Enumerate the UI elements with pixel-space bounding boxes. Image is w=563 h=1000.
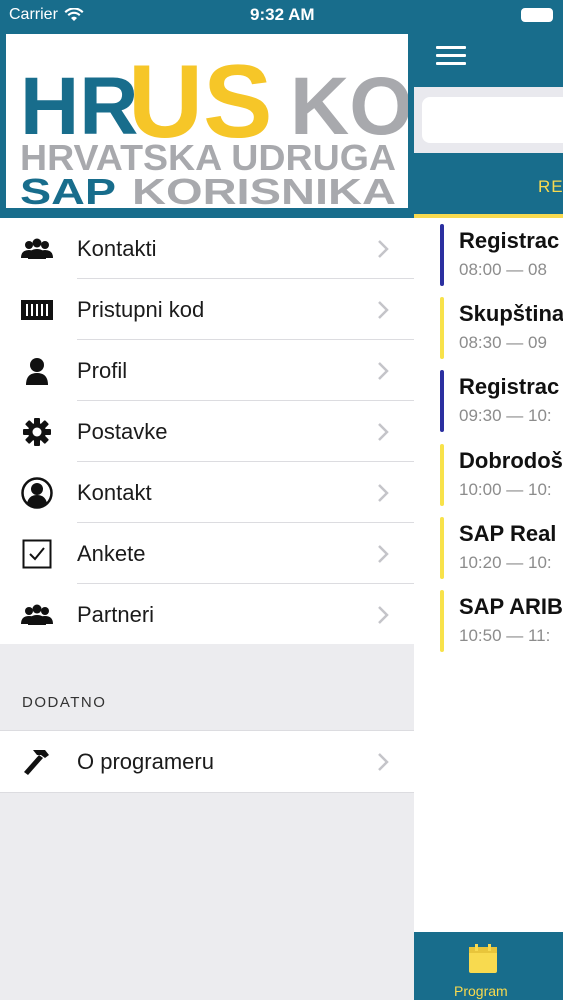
menu-item-label: Kontakti <box>77 235 157 261</box>
menu-item-profil[interactable]: Profil <box>0 340 414 401</box>
person-icon <box>20 355 54 387</box>
menu-item-label: Kontakt <box>77 479 152 505</box>
chevron-right-icon <box>378 423 389 441</box>
menu-item-label: O programeru <box>77 748 214 774</box>
event-color-bar <box>440 297 444 359</box>
logo-sap: SAP <box>20 171 116 208</box>
event-time: 10:00 — 10: <box>459 480 552 499</box>
chevron-right-icon <box>378 545 389 563</box>
main-screen[interactable]: RE Registrac 08:00 — 08 Skupština 08:30 … <box>414 0 563 1000</box>
menu-item-label: Ankete <box>77 540 146 566</box>
schedule-item[interactable]: SAP Real 10:20 — 10: <box>440 517 563 579</box>
tab-registration[interactable]: RE <box>538 177 563 197</box>
people-icon <box>20 599 54 631</box>
schedule-item[interactable]: Skupština 08:30 — 09 <box>440 297 563 359</box>
menu-item-label: Pristupni kod <box>77 296 205 322</box>
chevron-right-icon <box>378 484 389 502</box>
event-title: SAP ARIB <box>459 594 563 619</box>
menu-item-ankete[interactable]: Ankete <box>0 523 414 584</box>
event-time: 08:00 — 08 <box>459 260 547 279</box>
gear-icon <box>20 416 54 448</box>
schedule-item[interactable]: Registrac 08:00 — 08 <box>440 224 563 286</box>
navigation-bar <box>414 32 563 87</box>
menu-item-label: Postavke <box>77 418 168 444</box>
menu-toggle-button[interactable] <box>436 46 466 68</box>
section-header: DODATNO <box>0 644 414 730</box>
menu-item-kontakt[interactable]: Kontakt <box>0 462 414 523</box>
schedule-item[interactable]: SAP ARIB 10:50 — 11: <box>440 590 563 652</box>
chevron-right-icon <box>378 362 389 380</box>
menu-item-label: Partneri <box>77 601 155 627</box>
event-color-bar <box>440 590 444 652</box>
status-time: 9:32 AM <box>250 5 315 24</box>
event-color-bar <box>440 444 444 506</box>
event-color-bar <box>440 224 444 286</box>
search-input[interactable] <box>422 97 563 143</box>
status-bar: Carrier 9:32 AM <box>0 0 414 32</box>
search-bar <box>414 87 563 153</box>
barcode-icon <box>20 294 54 326</box>
menu-item-pristupni-kod[interactable]: Pristupni kod <box>0 279 414 340</box>
event-title: SAP Real <box>459 521 557 546</box>
carrier-label: Carrier <box>9 6 58 23</box>
menu-item-partneri[interactable]: Partneri <box>0 584 414 645</box>
event-title: Dobrodoš <box>459 448 563 473</box>
tab-program[interactable]: Program <box>452 942 514 1000</box>
logo-korisnika: KORISNIKA <box>132 171 396 208</box>
calendar-icon <box>469 944 497 973</box>
tab-label: Program <box>454 983 508 999</box>
menu-item-label: Profil <box>77 357 128 383</box>
schedule-item[interactable]: Dobrodoš 10:00 — 10: <box>440 444 563 506</box>
section-title-dodatno: DODATNO <box>22 694 107 711</box>
event-title: Registrac <box>459 374 560 399</box>
people-icon <box>20 233 54 265</box>
battery-icon <box>521 8 553 22</box>
checkbox-icon <box>20 538 54 570</box>
event-time: 10:50 — 11: <box>459 626 551 645</box>
drawer-header: HR US KO HRVATSKA UDRUGA SAP KORISNIKA <box>0 32 414 218</box>
hamburger-line <box>436 46 466 49</box>
hamburger-line <box>436 62 466 65</box>
event-color-bar <box>440 517 444 579</box>
chevron-right-icon <box>378 606 389 624</box>
hammer-icon <box>20 746 54 778</box>
user-circle-icon <box>20 477 54 509</box>
schedule-item[interactable]: Registrac 09:30 — 10: <box>440 370 563 432</box>
menu-item-o-programeru[interactable]: O programeru <box>0 731 414 792</box>
event-color-bar <box>440 370 444 432</box>
app-logo: HR US KO HRVATSKA UDRUGA SAP KORISNIKA <box>6 34 408 208</box>
chevron-right-icon <box>378 753 389 771</box>
chevron-right-icon <box>378 240 389 258</box>
segment-tabs: RE <box>414 153 563 218</box>
extra-menu: O programeru <box>0 730 414 793</box>
event-time: 10:20 — 10: <box>459 553 552 572</box>
status-bar-right <box>414 0 563 32</box>
drawer-menu: Kontakti Pristupni kod Profil Postavke K… <box>0 218 414 645</box>
bottom-tab-bar: Program <box>414 932 563 1000</box>
carrier-info: Carrier <box>9 6 84 24</box>
hamburger-line <box>436 54 466 57</box>
chevron-right-icon <box>378 301 389 319</box>
menu-item-kontakti[interactable]: Kontakti <box>0 218 414 279</box>
event-title: Skupština <box>459 301 563 326</box>
event-time: 09:30 — 10: <box>459 406 552 425</box>
wifi-icon <box>64 8 84 21</box>
event-title: Registrac <box>459 228 560 253</box>
event-time: 08:30 — 09 <box>459 333 547 352</box>
menu-item-postavke[interactable]: Postavke <box>0 401 414 462</box>
